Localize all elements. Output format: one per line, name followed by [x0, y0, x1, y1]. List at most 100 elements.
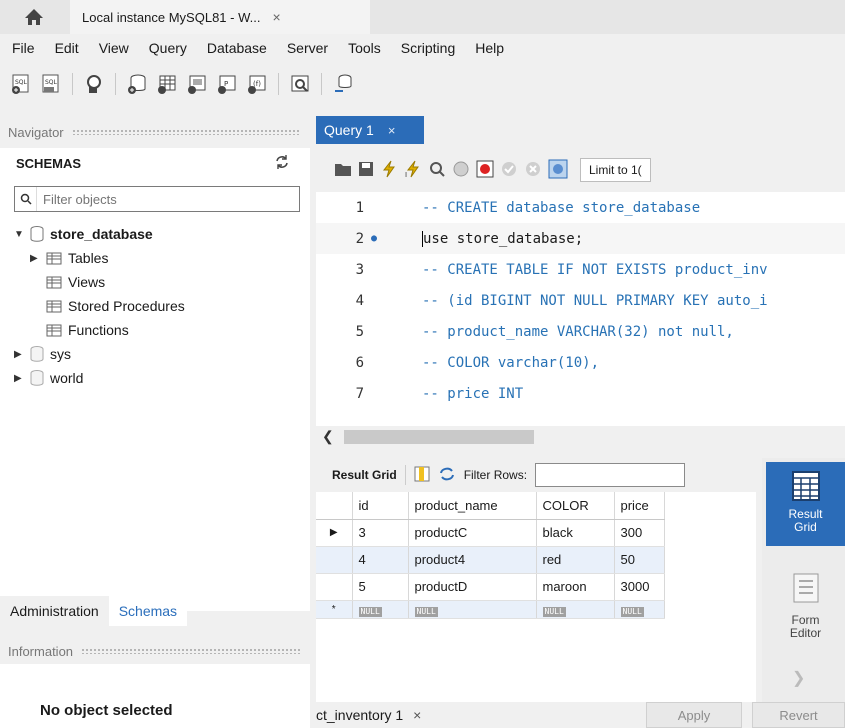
- stop-icon[interactable]: [452, 160, 470, 181]
- schemas-panel: SCHEMAS ▼ store_database ▶ Tables Views: [0, 148, 310, 611]
- tab-schemas[interactable]: Schemas: [108, 596, 188, 626]
- form-editor-button[interactable]: Form Editor: [766, 568, 845, 652]
- menu-bar: File Edit View Query Database Server Too…: [0, 34, 845, 62]
- column-header[interactable]: price: [614, 492, 665, 520]
- connection-tab-bar: Local instance MySQL81 - W... ×: [0, 0, 845, 34]
- error-toggle-icon[interactable]: [476, 160, 494, 181]
- sql-editor[interactable]: 1 -- CREATE database store_database 2 ● u…: [316, 192, 845, 426]
- limit-rows-select[interactable]: Limit to 1(: [580, 158, 651, 182]
- home-icon[interactable]: [0, 0, 68, 34]
- menu-edit[interactable]: Edit: [43, 40, 87, 56]
- column-header[interactable]: id: [352, 492, 409, 520]
- chevron-down-icon[interactable]: ❯: [792, 668, 805, 688]
- close-icon[interactable]: ×: [413, 707, 421, 723]
- create-procedure-icon[interactable]: P: [214, 71, 240, 97]
- menu-help[interactable]: Help: [463, 40, 512, 56]
- inspector-icon[interactable]: [81, 71, 107, 97]
- scroll-left-icon[interactable]: ❮: [322, 428, 334, 445]
- tree-item-sys[interactable]: ▶ sys: [14, 342, 71, 366]
- commit-icon[interactable]: [500, 160, 518, 181]
- table-row[interactable]: 4 product4 red 50: [316, 546, 665, 574]
- tree-item-world[interactable]: ▶ world: [14, 366, 83, 390]
- menu-server[interactable]: Server: [275, 40, 336, 56]
- table-row-new[interactable]: * NULL NULL NULL NULL: [316, 600, 665, 619]
- menu-scripting[interactable]: Scripting: [389, 40, 463, 56]
- cell-product-name[interactable]: productD: [408, 573, 537, 601]
- code-line: 4 -- (id BIGINT NOT NULL PRIMARY KEY aut…: [316, 285, 845, 316]
- tree-item-views[interactable]: Views: [46, 270, 105, 294]
- cell-color[interactable]: maroon: [536, 573, 615, 601]
- tab-query-1[interactable]: Query 1 ×: [316, 116, 424, 144]
- expand-triangle-icon[interactable]: ▶: [30, 253, 40, 264]
- menu-view[interactable]: View: [87, 40, 137, 56]
- column-header[interactable]: product_name: [408, 492, 537, 520]
- collapse-triangle-icon[interactable]: ▼: [14, 229, 24, 240]
- refresh-icon[interactable]: [274, 154, 290, 170]
- cell-id[interactable]: 4: [352, 546, 409, 574]
- connection-tab[interactable]: Local instance MySQL81 - W... ×: [70, 0, 370, 34]
- create-view-icon[interactable]: [184, 71, 210, 97]
- menu-tools[interactable]: Tools: [336, 40, 389, 56]
- close-icon[interactable]: ×: [272, 9, 280, 25]
- toolbar-divider: [72, 73, 73, 95]
- code-text: -- CREATE database store_database: [422, 199, 701, 216]
- code-text: -- product_name VARCHAR(32) not null,: [422, 323, 734, 340]
- execute-icon[interactable]: [380, 160, 398, 181]
- navigator-sidebar: Navigator SCHEMAS ▼ store_database ▶ Tab…: [0, 112, 310, 728]
- cell-product-name[interactable]: product4: [408, 546, 537, 574]
- filter-objects-input[interactable]: [37, 188, 299, 210]
- cell-price[interactable]: 300: [614, 519, 665, 547]
- expand-triangle-icon[interactable]: ▶: [14, 373, 24, 384]
- expand-triangle-icon[interactable]: ▶: [14, 349, 24, 360]
- menu-file[interactable]: File: [0, 40, 43, 56]
- scrollbar-thumb[interactable]: [344, 430, 534, 444]
- filter-objects-field[interactable]: [14, 186, 300, 212]
- tab-administration[interactable]: Administration: [0, 596, 109, 626]
- query-tab-bar: Query 1 ×: [316, 116, 845, 144]
- execute-current-icon[interactable]: I: [404, 160, 422, 181]
- create-schema-icon[interactable]: [124, 71, 150, 97]
- column-header[interactable]: COLOR: [536, 492, 615, 520]
- apply-button[interactable]: Apply: [646, 702, 742, 728]
- cell-id[interactable]: 3: [352, 519, 409, 547]
- tree-item-functions[interactable]: Functions: [46, 318, 129, 342]
- filter-rows-input[interactable]: [535, 463, 686, 487]
- line-number: 6: [355, 354, 364, 371]
- create-table-icon[interactable]: [154, 71, 180, 97]
- open-sql-script-icon[interactable]: SQL: [38, 71, 64, 97]
- row-pointer-icon: ▶: [316, 519, 353, 547]
- refresh-icon[interactable]: [438, 466, 456, 485]
- close-icon[interactable]: ×: [388, 123, 396, 138]
- result-tab[interactable]: ct_inventory 1 ×: [316, 707, 421, 723]
- tree-item-store-database[interactable]: ▼ store_database: [14, 222, 153, 246]
- line-number: 1: [355, 199, 364, 216]
- horizontal-scrollbar[interactable]: ❮: [316, 426, 845, 448]
- result-grid-button[interactable]: Result Grid: [766, 462, 845, 546]
- cell-color[interactable]: red: [536, 546, 615, 574]
- rollback-icon[interactable]: [524, 160, 542, 181]
- cell-color[interactable]: black: [536, 519, 615, 547]
- autocommit-icon[interactable]: [548, 159, 568, 182]
- open-file-icon[interactable]: [334, 161, 352, 180]
- save-icon[interactable]: [358, 161, 374, 180]
- result-grid-label[interactable]: Result Grid: [332, 468, 397, 482]
- tree-item-tables[interactable]: ▶ Tables: [30, 246, 108, 270]
- menu-query[interactable]: Query: [137, 40, 195, 56]
- explain-icon[interactable]: [428, 160, 446, 181]
- cell-product-name[interactable]: productC: [408, 519, 537, 547]
- cell-id[interactable]: 5: [352, 573, 409, 601]
- tree-item-stored-procedures[interactable]: Stored Procedures: [46, 294, 185, 318]
- table-row[interactable]: ▶ 3 productC black 300: [316, 519, 665, 547]
- revert-button[interactable]: Revert: [752, 702, 845, 728]
- menu-database[interactable]: Database: [195, 40, 275, 56]
- reconnect-icon[interactable]: [330, 71, 356, 97]
- cell-price[interactable]: 50: [614, 546, 665, 574]
- grid-layout-icon[interactable]: [414, 466, 430, 485]
- tree-item-label: Tables: [68, 250, 109, 266]
- create-function-icon[interactable]: (f): [244, 71, 270, 97]
- code-line: 7 -- price INT: [316, 378, 845, 409]
- table-row[interactable]: 5 productD maroon 3000: [316, 573, 665, 601]
- new-sql-tab-icon[interactable]: SQL: [8, 71, 34, 97]
- search-table-data-icon[interactable]: [287, 71, 313, 97]
- cell-price[interactable]: 3000: [614, 573, 665, 601]
